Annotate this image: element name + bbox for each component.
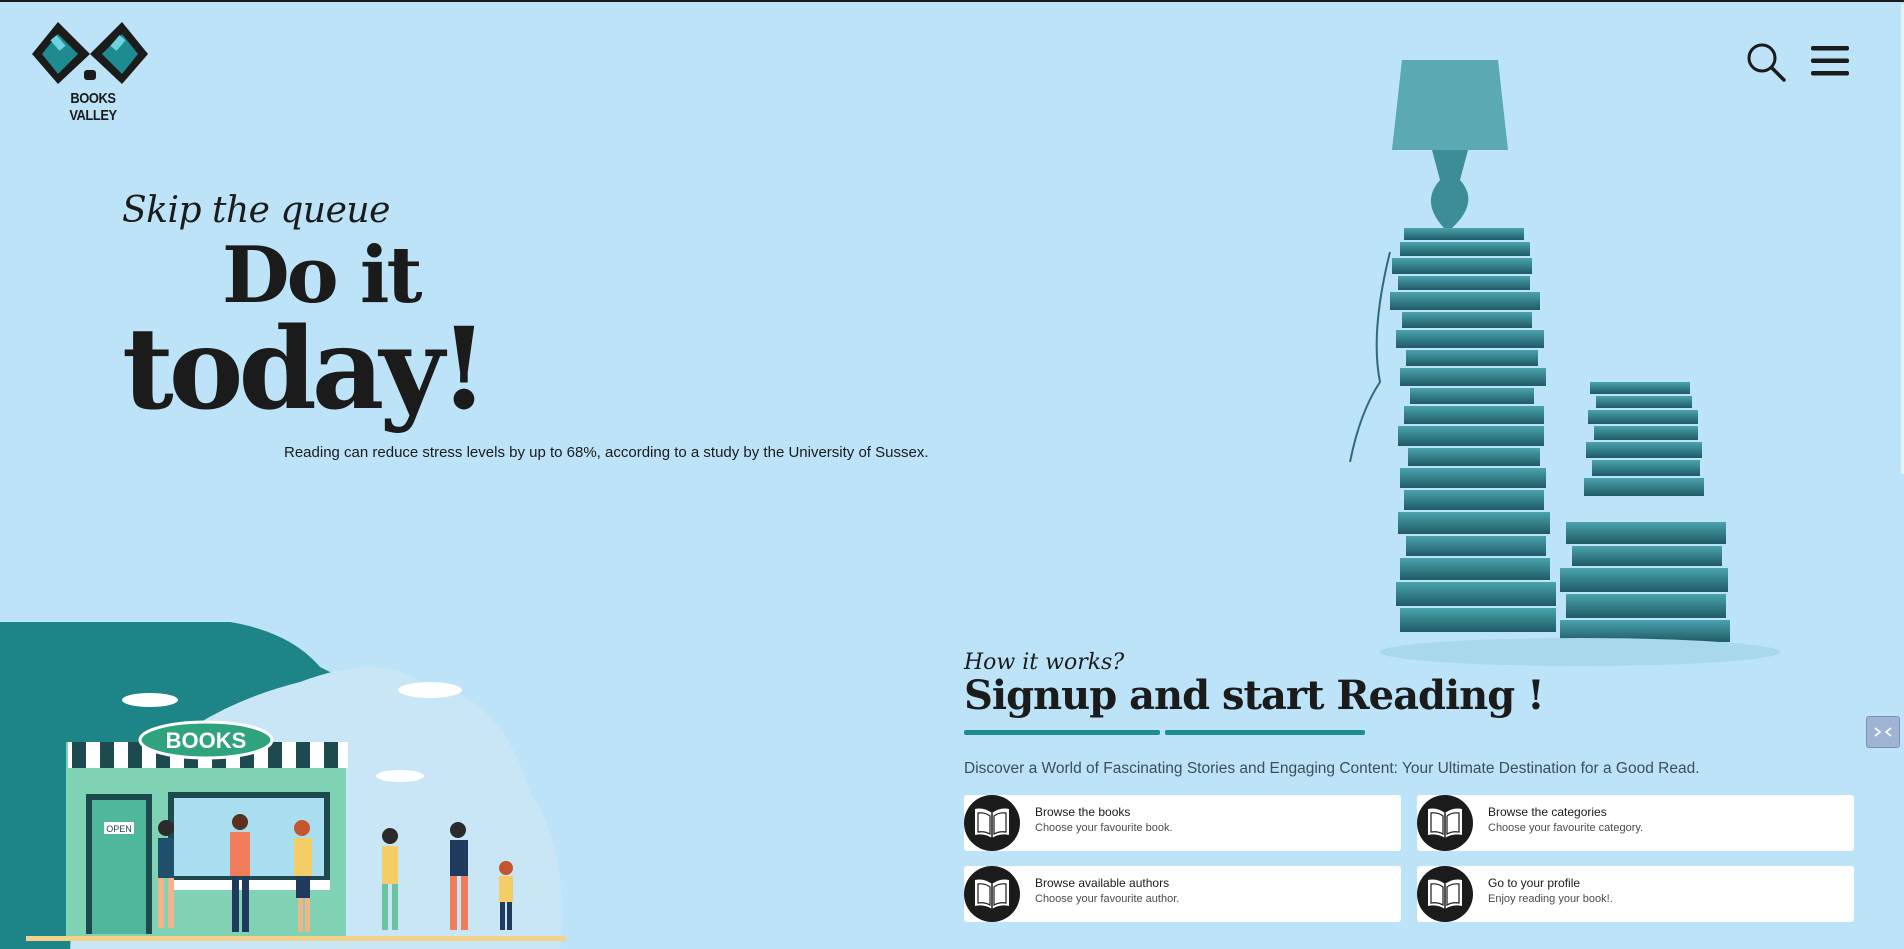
title-underline-left [964,730,1160,735]
card-description: Choose your favourite book. [1035,822,1173,834]
how-it-works-description: Discover a World of Fascinating Stories … [964,760,1700,777]
hero-headline-line2: today! [122,304,489,435]
open-book-icon [1417,795,1473,851]
hero-fact: Reading can reduce stress levels by up t… [284,444,929,461]
bookshop-illustration: BOOKS OPEN [0,622,566,949]
shop-sign: BOOKS [166,728,247,753]
extension-side-tab[interactable] [1866,716,1900,748]
card-go-to-profile[interactable]: Go to your profile Enjoy reading your bo… [1417,866,1854,922]
card-title: Browse available authors [1035,876,1170,890]
open-book-icon [964,795,1020,851]
menu-button[interactable] [1810,44,1850,78]
hero-tagline: Skip the queue [122,190,390,231]
card-browse-authors[interactable]: Browse available authors Choose your fav… [964,866,1401,922]
card-description: Choose your favourite author. [1035,893,1180,905]
card-browse-categories[interactable]: Browse the categories Choose your favour… [1417,795,1854,851]
brand-name: BOOKS VALLEY [69,90,117,124]
card-title: Browse the categories [1488,805,1607,819]
extension-icon [1874,727,1892,737]
hamburger-menu-icon [1811,46,1849,76]
books-valley-logo-icon [32,22,148,84]
door-sign: OPEN [106,824,132,834]
card-description: Choose your favourite category. [1488,822,1644,834]
open-book-icon [1417,866,1473,922]
card-description: Enjoy reading your book!. [1488,893,1613,905]
how-it-works-title: Signup and start Reading ! [964,672,1545,719]
brand-logo[interactable]: BOOKS VALLEY [28,18,152,124]
title-underline-right [1165,730,1365,735]
card-title: Browse the books [1035,805,1131,819]
card-title: Go to your profile [1488,876,1581,890]
card-browse-books[interactable]: Browse the books Choose your favourite b… [964,795,1401,851]
book-stack-illustration [1349,60,1780,666]
open-book-icon [964,866,1020,922]
